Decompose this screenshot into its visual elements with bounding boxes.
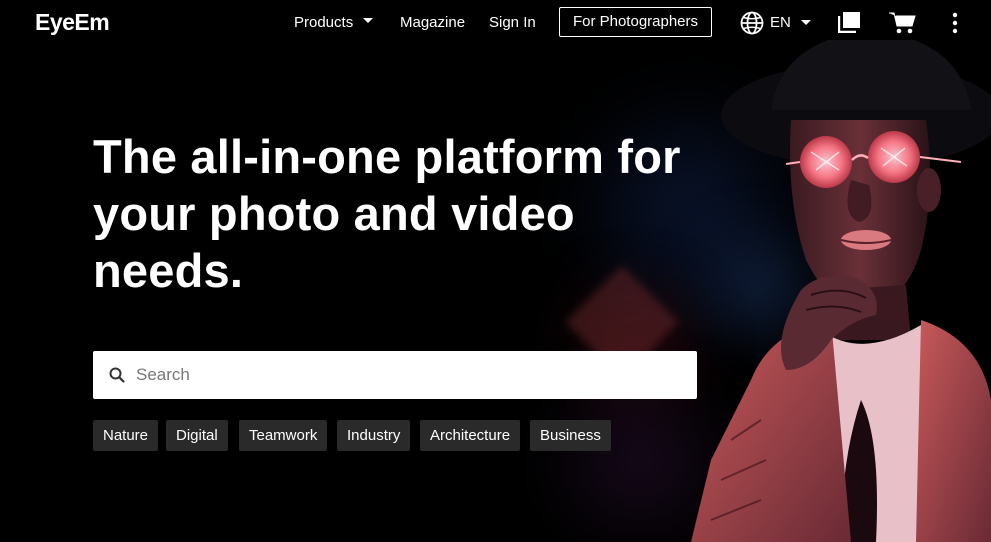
eyeem-homepage: EyeEm Products Magazine Sign In For Phot… — [0, 0, 991, 542]
chevron-down-icon — [801, 20, 811, 25]
tag-digital[interactable]: Digital — [166, 420, 228, 451]
search-icon — [109, 367, 125, 388]
collections-icon[interactable] — [837, 11, 861, 38]
cart-icon[interactable] — [889, 11, 916, 40]
tag-architecture[interactable]: Architecture — [420, 420, 521, 451]
sign-in-link[interactable]: Sign In — [489, 14, 536, 31]
nav-products[interactable]: Products — [294, 14, 353, 31]
more-vertical-icon[interactable] — [948, 12, 962, 39]
chevron-down-icon[interactable] — [363, 18, 373, 23]
nav-magazine[interactable]: Magazine — [400, 14, 465, 31]
eyeem-logo[interactable]: EyeEm — [35, 9, 110, 36]
search-input[interactable] — [136, 351, 676, 399]
tag-business[interactable]: Business — [530, 420, 611, 451]
hero-headline: The all-in-one platform for your photo a… — [93, 130, 681, 297]
hero-person-photo — [691, 40, 991, 542]
tag-teamwork[interactable]: Teamwork — [239, 420, 328, 451]
tag-nature[interactable]: Nature — [93, 420, 159, 451]
top-navigation: EyeEm Products Magazine Sign In For Phot… — [0, 0, 991, 46]
globe-icon — [740, 11, 764, 40]
language-label: EN — [770, 14, 791, 31]
search-bar[interactable] — [93, 351, 697, 399]
tag-industry[interactable]: Industry — [337, 420, 411, 451]
for-photographers-button[interactable]: For Photographers — [559, 7, 712, 37]
